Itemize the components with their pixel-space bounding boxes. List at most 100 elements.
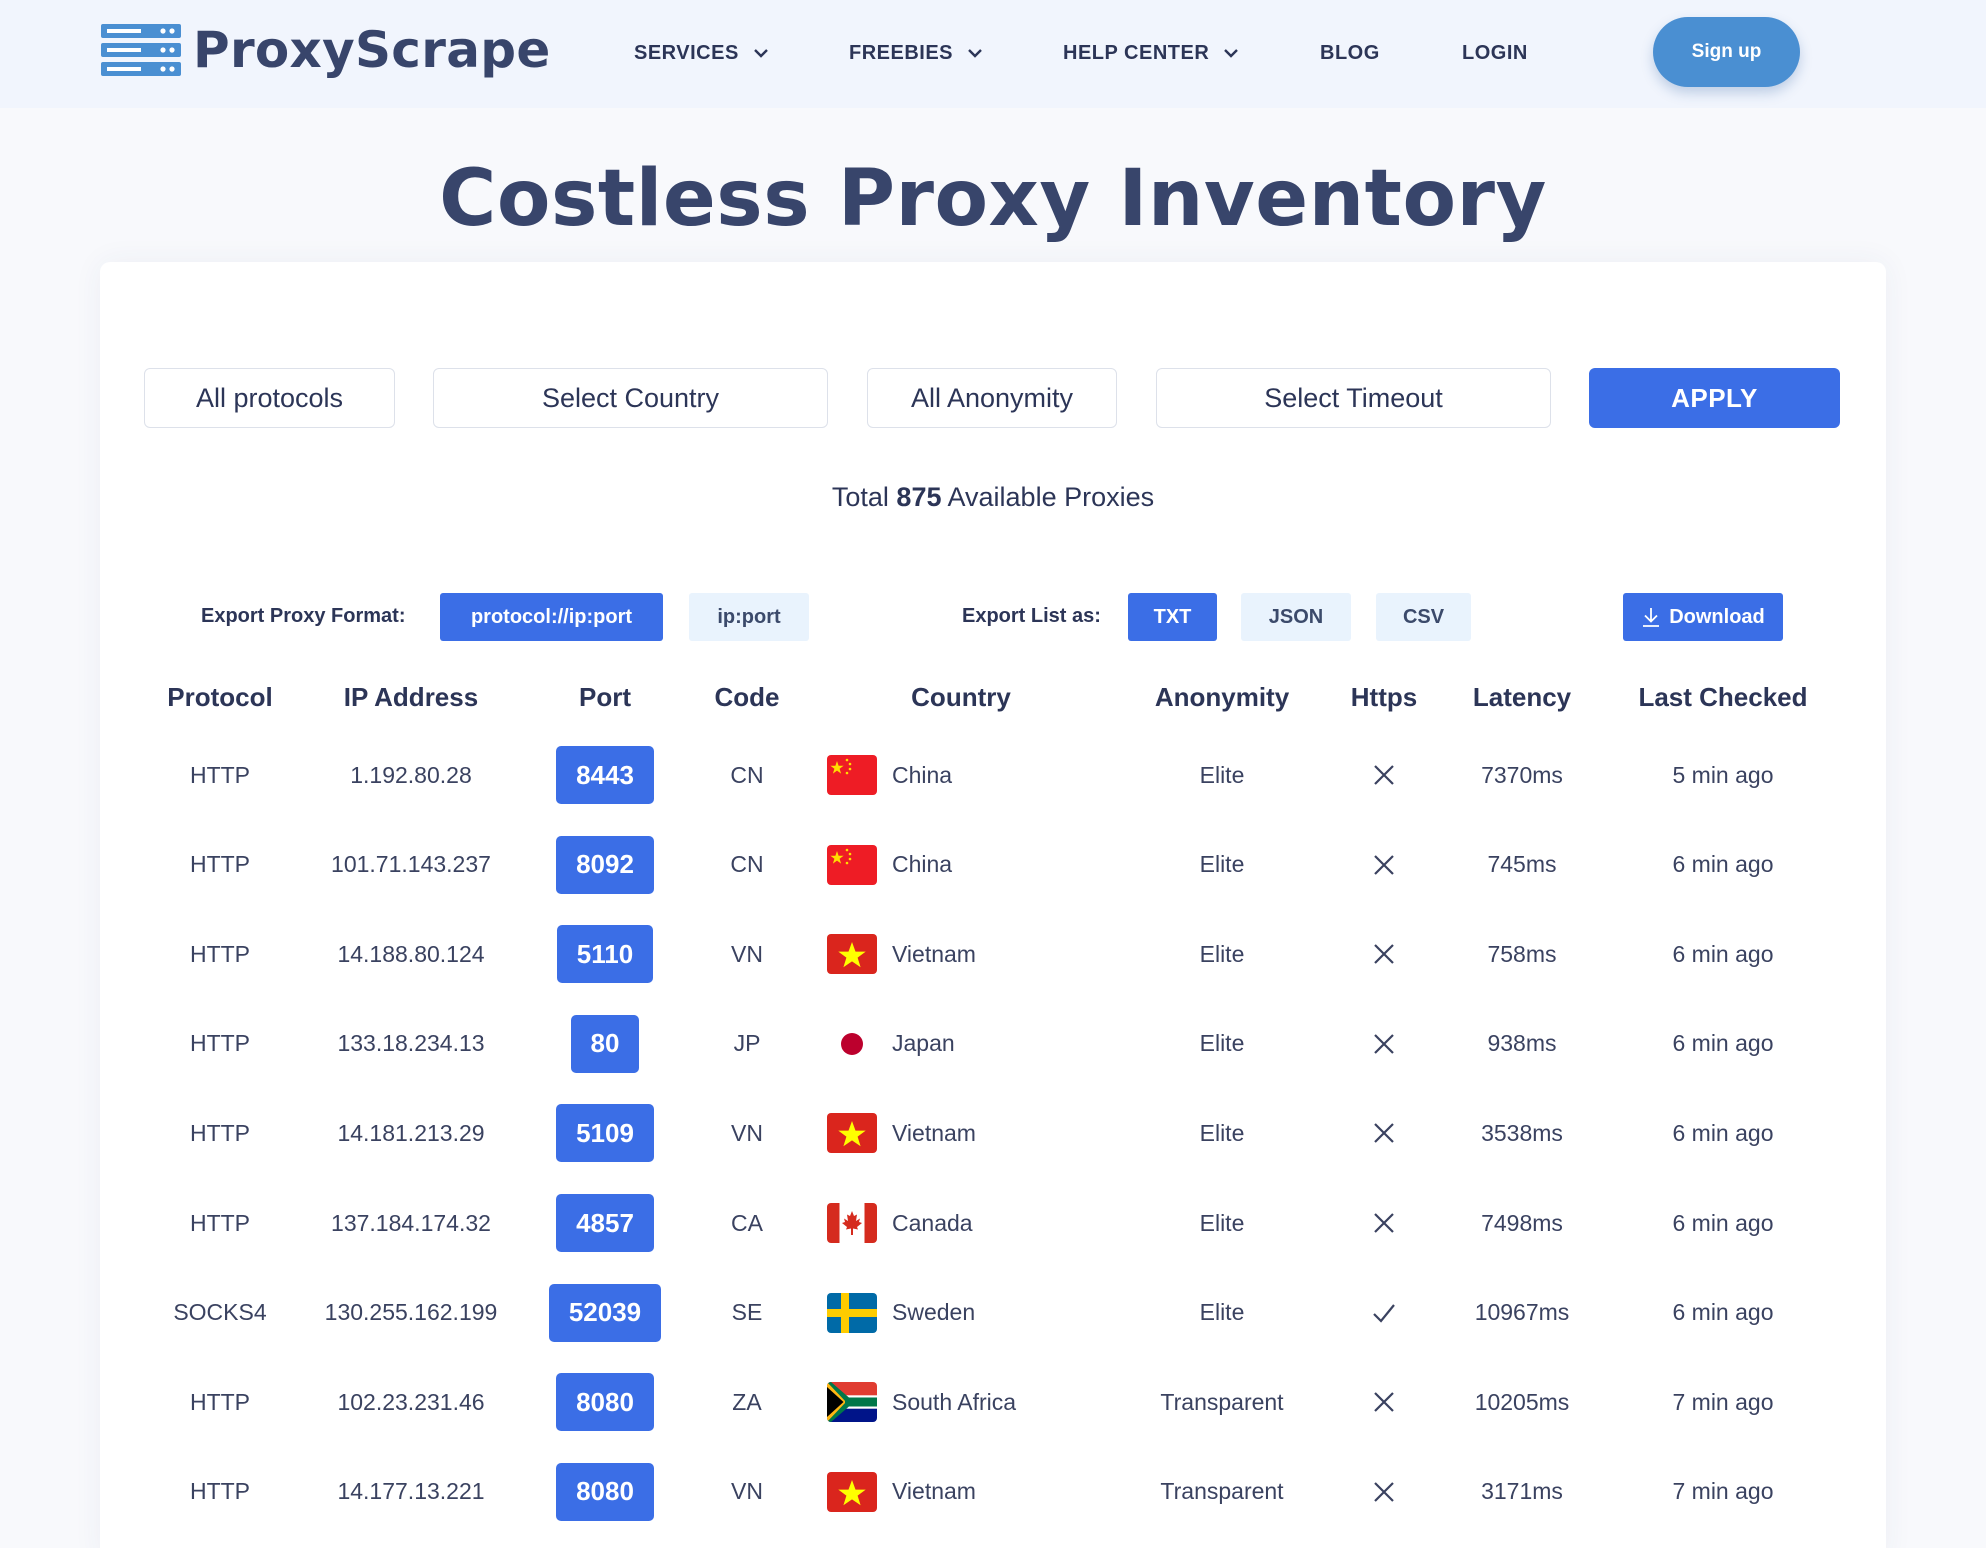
cell-ip-address[interactable]: 1.192.80.28 bbox=[311, 730, 511, 820]
export-txt-button[interactable]: TXT bbox=[1128, 593, 1217, 641]
close-x-icon bbox=[1374, 1482, 1394, 1502]
flag-icon bbox=[827, 1292, 877, 1333]
timeout-select[interactable]: Select Timeout bbox=[1156, 368, 1551, 428]
cell-ip-address[interactable]: 133.18.234.13 bbox=[311, 999, 511, 1089]
port-badge: 8080 bbox=[556, 1462, 654, 1521]
cell-port: 8092 bbox=[520, 820, 690, 910]
cell-ip-address[interactable]: 130.255.162.199 bbox=[311, 1268, 511, 1358]
cell-country-code: CA bbox=[731, 1209, 763, 1236]
col-header-port[interactable]: Port bbox=[520, 682, 690, 713]
table-row: HTTP 14.177.13.221 8080 VN Vietnam Transparen… bbox=[0, 1447, 1986, 1537]
cell-https bbox=[1324, 1178, 1444, 1268]
col-header-anonymity[interactable]: Anonymity bbox=[1112, 682, 1332, 713]
total-proxies-count: Total 875 Available Proxies bbox=[0, 482, 1986, 513]
cell-anonymity: Elite bbox=[1199, 1030, 1245, 1057]
format-ip-port[interactable]: ip:port bbox=[689, 593, 809, 641]
brand-logo[interactable]: ProxyScrape bbox=[101, 20, 551, 80]
port-badge: 5109 bbox=[556, 1104, 654, 1163]
col-header-latency[interactable]: Latency bbox=[1442, 682, 1602, 713]
cell-country-code: SE bbox=[731, 1299, 763, 1326]
port-badge: 5110 bbox=[556, 925, 654, 984]
cell-port: 4857 bbox=[520, 1178, 690, 1268]
col-header-last-checked[interactable]: Last Checked bbox=[1608, 682, 1838, 713]
cell-ip-address[interactable]: 137.184.174.32 bbox=[311, 1178, 511, 1268]
nav-freebies[interactable]: FREEBIES bbox=[849, 38, 983, 68]
cell-protocol: HTTP bbox=[189, 1388, 251, 1415]
cell-port: 5109 bbox=[520, 1088, 690, 1178]
cell-protocol: HTTP bbox=[189, 761, 251, 788]
cell-anonymity: Elite bbox=[1199, 851, 1245, 878]
col-header-https[interactable]: Https bbox=[1324, 682, 1444, 713]
format-protocol-ip-port[interactable]: protocol://ip:port bbox=[440, 593, 663, 641]
signup-button[interactable]: Sign up bbox=[1653, 17, 1800, 87]
country-select[interactable]: Select Country bbox=[433, 368, 828, 428]
flag-icon bbox=[827, 755, 877, 795]
nav-label: BLOG bbox=[1320, 41, 1380, 64]
port-badge: 8443 bbox=[556, 746, 654, 804]
export-list-label: Export List as: bbox=[962, 605, 1101, 627]
cell-latency: 745ms bbox=[1487, 851, 1557, 878]
cell-country: Vietnam bbox=[827, 1447, 1127, 1537]
nav-label: SERVICES bbox=[634, 41, 739, 64]
cell-last-checked: 6 min ago bbox=[1672, 1299, 1774, 1326]
country-name: Vietnam bbox=[892, 1478, 976, 1505]
cell-port: 80 bbox=[520, 999, 690, 1089]
cell-ip-address[interactable]: 14.181.213.29 bbox=[311, 1088, 511, 1178]
col-header-code[interactable]: Code bbox=[687, 682, 807, 713]
cell-latency: 758ms bbox=[1487, 940, 1557, 967]
col-header-country[interactable]: Country bbox=[861, 682, 1061, 713]
country-name: Vietnam bbox=[892, 1119, 976, 1146]
cell-country-code: JP bbox=[733, 1030, 761, 1057]
total-prefix: Total bbox=[831, 482, 889, 512]
cell-ip-address[interactable]: 14.177.13.221 bbox=[311, 1447, 511, 1537]
cell-protocol: HTTP bbox=[189, 940, 251, 967]
country-name: China bbox=[892, 761, 953, 788]
anonymity-select[interactable]: All Anonymity bbox=[867, 368, 1117, 428]
cell-latency: 938ms bbox=[1487, 1030, 1557, 1057]
close-x-icon bbox=[1374, 1034, 1394, 1054]
cell-country: Japan bbox=[827, 999, 1127, 1089]
export-csv-button[interactable]: CSV bbox=[1376, 593, 1471, 641]
total-count: 875 bbox=[896, 482, 942, 512]
close-x-icon bbox=[1374, 1123, 1394, 1144]
nav-login[interactable]: LOGIN bbox=[1462, 38, 1528, 68]
nav-services[interactable]: SERVICES bbox=[634, 38, 769, 68]
country-name: South Africa bbox=[892, 1388, 1017, 1415]
protocol-select[interactable]: All protocols bbox=[144, 368, 395, 428]
cell-anonymity: Elite bbox=[1199, 1119, 1245, 1146]
nav-label: LOGIN bbox=[1462, 41, 1528, 64]
cell-country-code: CN bbox=[730, 761, 764, 788]
cell-ip-address[interactable]: 14.188.80.124 bbox=[311, 909, 511, 999]
cell-ip-address[interactable]: 101.71.143.237 bbox=[311, 820, 511, 910]
table-row: HTTP 14.181.213.29 5109 VN Vietnam Elite 3538m… bbox=[0, 1088, 1986, 1178]
cell-port: 52039 bbox=[520, 1268, 690, 1358]
cell-ip-address[interactable]: 102.23.231.46 bbox=[311, 1357, 511, 1447]
flag-icon bbox=[827, 1113, 877, 1154]
flag-icon bbox=[827, 934, 877, 975]
cell-latency: 7370ms bbox=[1481, 761, 1563, 788]
chevron-down-icon bbox=[753, 49, 768, 58]
flag-icon bbox=[827, 844, 877, 885]
cell-port: 8080 bbox=[520, 1447, 690, 1537]
nav-help-center[interactable]: HELP CENTER bbox=[1063, 38, 1239, 68]
cell-protocol: HTTP bbox=[189, 1119, 251, 1146]
cell-country: China bbox=[827, 730, 1127, 820]
apply-button[interactable]: APPLY bbox=[1589, 368, 1840, 428]
port-badge: 4857 bbox=[556, 1194, 654, 1252]
nav-label: HELP CENTER bbox=[1063, 41, 1210, 64]
nav-blog[interactable]: BLOG bbox=[1320, 38, 1380, 68]
flag-icon bbox=[827, 1471, 877, 1512]
export-json-button[interactable]: JSON bbox=[1241, 593, 1351, 641]
download-label: Download bbox=[1669, 605, 1765, 628]
cell-https bbox=[1324, 730, 1444, 820]
cell-last-checked: 6 min ago bbox=[1672, 1030, 1774, 1057]
port-badge: 52039 bbox=[548, 1283, 662, 1342]
cell-protocol: HTTP bbox=[189, 1478, 251, 1505]
download-button[interactable]: Download bbox=[1623, 593, 1783, 641]
flag-icon bbox=[827, 1382, 877, 1423]
cell-latency: 3171ms bbox=[1481, 1478, 1563, 1505]
col-header-ip[interactable]: IP Address bbox=[311, 682, 511, 713]
cell-country: Vietnam bbox=[827, 909, 1127, 999]
col-header-protocol[interactable]: Protocol bbox=[120, 682, 320, 713]
country-name: Sweden bbox=[892, 1299, 976, 1326]
